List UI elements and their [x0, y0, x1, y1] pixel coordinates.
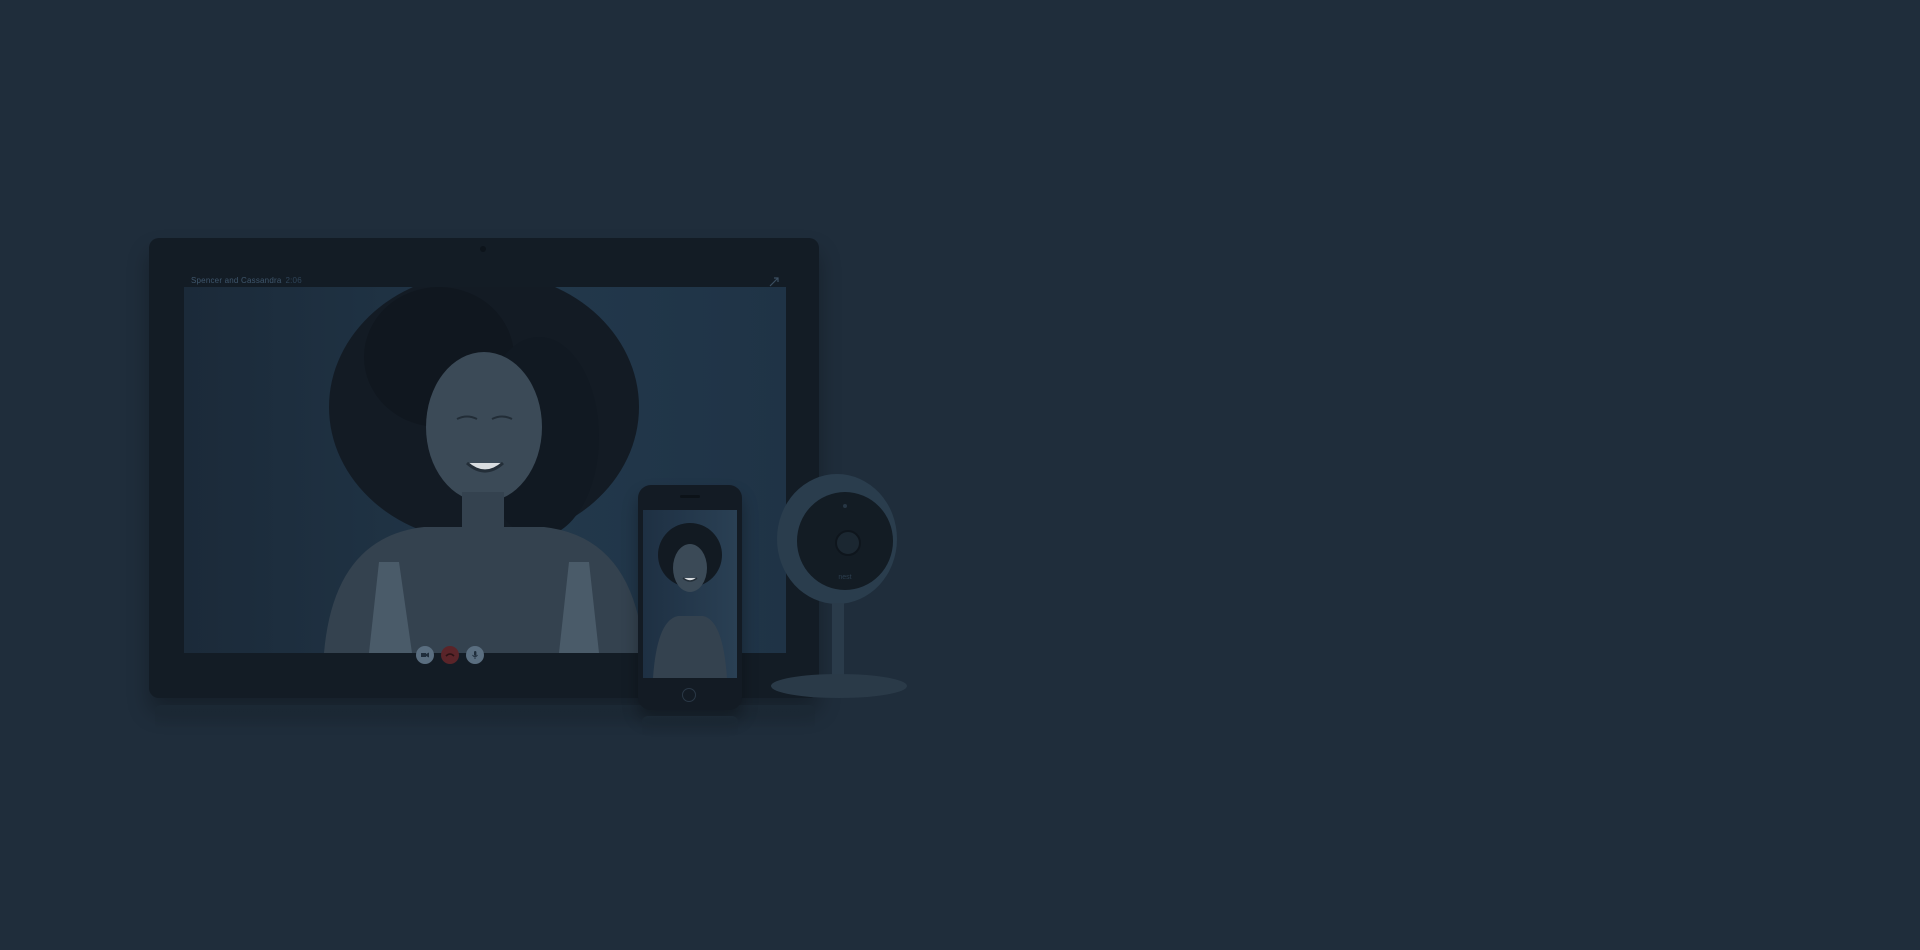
hero-section: Spencer and Cassandra 2:06 nest — [0, 0, 1920, 950]
camera-lens — [835, 530, 861, 556]
security-camera-device: nest — [765, 468, 915, 718]
camera-base — [771, 674, 907, 698]
camera-stand — [832, 603, 844, 678]
end-call-icon — [445, 653, 455, 657]
phone-video-person-image — [653, 523, 727, 678]
camera-face: nest — [797, 492, 893, 590]
phone-device — [638, 485, 742, 710]
phone-home-button — [682, 688, 696, 702]
end-call-button[interactable] — [441, 646, 459, 664]
phone-speaker — [680, 495, 700, 498]
camera-brand-logo: nest — [838, 574, 852, 581]
call-title: Spencer and Cassandra 2:06 — [191, 276, 302, 285]
tablet-front-camera — [480, 246, 486, 252]
camera-status-light — [843, 504, 847, 508]
mute-button[interactable] — [466, 646, 484, 664]
expand-icon[interactable] — [769, 274, 779, 287]
video-camera-icon — [421, 652, 429, 658]
phone-reflection — [642, 716, 738, 736]
microphone-icon — [472, 651, 478, 659]
call-participants: Spencer and Cassandra — [191, 276, 282, 285]
call-controls — [416, 646, 484, 664]
phone-video-screen — [643, 510, 737, 678]
call-duration: 2:06 — [285, 276, 302, 285]
toggle-camera-button[interactable] — [416, 646, 434, 664]
camera-head: nest — [777, 474, 897, 604]
